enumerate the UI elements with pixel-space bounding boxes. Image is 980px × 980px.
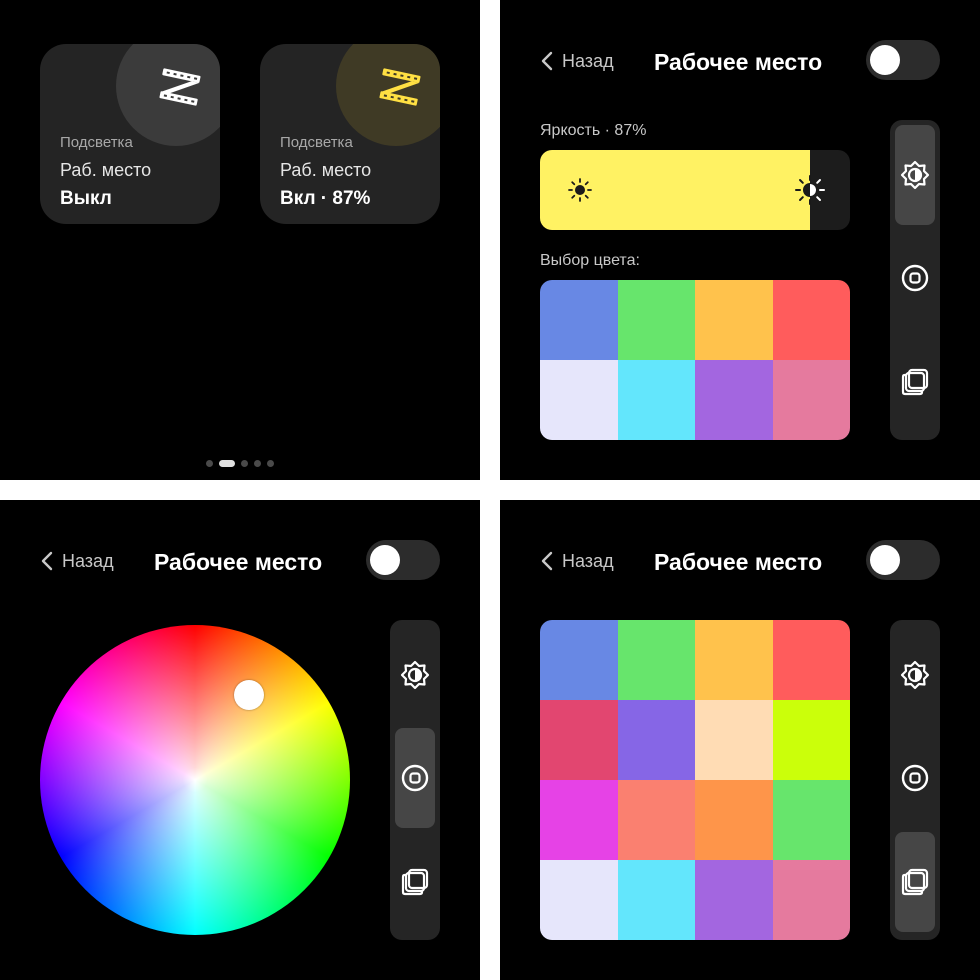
color-wheel-mode-button[interactable] bbox=[395, 728, 435, 828]
brightness-icon bbox=[900, 660, 930, 690]
dashboard-panel: Подсветка Раб. место Выкл Подсветка Раб.… bbox=[0, 0, 480, 480]
page-dot[interactable] bbox=[254, 460, 261, 467]
color-swatch[interactable] bbox=[695, 700, 773, 780]
color-swatch[interactable] bbox=[772, 780, 850, 860]
color-choice-label: Выбор цвета: bbox=[540, 252, 640, 269]
color-wheel-icon bbox=[900, 263, 930, 293]
color-wheel-panel: Назад Рабочее место bbox=[0, 500, 480, 980]
color-swatch[interactable] bbox=[695, 780, 773, 860]
back-label: Назад bbox=[562, 50, 614, 71]
color-swatch[interactable] bbox=[772, 620, 850, 700]
light-tile-off[interactable]: Подсветка Раб. место Выкл bbox=[40, 44, 220, 224]
toggle-knob bbox=[370, 545, 400, 575]
brightness-icon bbox=[900, 160, 930, 190]
color-swatch[interactable] bbox=[617, 620, 695, 700]
page-dot[interactable] bbox=[241, 460, 248, 467]
color-swatch[interactable] bbox=[772, 360, 850, 440]
color-swatch[interactable] bbox=[540, 620, 618, 700]
presets-icon bbox=[900, 367, 930, 397]
color-swatch[interactable] bbox=[695, 280, 773, 360]
mode-rail bbox=[890, 620, 940, 940]
color-swatch[interactable] bbox=[540, 700, 618, 780]
color-swatch[interactable] bbox=[617, 780, 695, 860]
color-swatch[interactable] bbox=[540, 360, 618, 440]
back-label: Назад bbox=[562, 550, 614, 571]
color-swatch[interactable] bbox=[695, 620, 773, 700]
page-title: Рабочее место bbox=[654, 49, 823, 75]
page-indicator bbox=[0, 460, 480, 467]
power-toggle[interactable] bbox=[866, 40, 940, 80]
toggle-knob bbox=[870, 45, 900, 75]
presets-icon bbox=[400, 867, 430, 897]
tile-category: Подсветка bbox=[60, 134, 133, 151]
back-button[interactable]: Назад bbox=[540, 46, 614, 76]
brightness-slider[interactable] bbox=[540, 150, 850, 230]
page-dot[interactable] bbox=[267, 460, 274, 467]
color-swatch[interactable] bbox=[540, 780, 618, 860]
led-strip-icon bbox=[159, 68, 201, 106]
color-swatch-grid bbox=[540, 280, 850, 440]
color-wheel-icon bbox=[900, 763, 930, 793]
power-toggle[interactable] bbox=[366, 540, 440, 580]
back-label: Назад bbox=[62, 550, 114, 571]
brightness-color-panel: Назад Рабочее место Яркость · 87% Выбор … bbox=[500, 0, 980, 480]
back-button[interactable]: Назад bbox=[540, 546, 614, 576]
presets-icon bbox=[900, 867, 930, 897]
brightness-mode-button[interactable] bbox=[895, 125, 935, 225]
sun-low-icon bbox=[568, 178, 592, 202]
color-wheel-icon bbox=[400, 763, 430, 793]
presets-mode-button[interactable] bbox=[895, 332, 935, 432]
tile-device-name: Раб. место bbox=[280, 160, 372, 180]
power-toggle[interactable] bbox=[866, 540, 940, 580]
tile-device-name: Раб. место bbox=[60, 160, 152, 180]
color-swatch-grid bbox=[540, 620, 850, 940]
tile-category: Подсветка bbox=[280, 134, 353, 151]
chevron-left-icon bbox=[40, 551, 54, 571]
color-swatch[interactable] bbox=[617, 700, 695, 780]
page-dot[interactable] bbox=[206, 460, 213, 467]
chevron-left-icon bbox=[540, 551, 554, 571]
color-swatch[interactable] bbox=[695, 360, 773, 440]
color-swatch[interactable] bbox=[772, 860, 850, 940]
color-wheel-mode-button[interactable] bbox=[895, 728, 935, 828]
sun-high-icon bbox=[795, 175, 825, 205]
light-tile-on[interactable]: Подсветка Раб. место Вкл · 87% bbox=[260, 44, 440, 224]
brightness-label: Яркость · 87% bbox=[540, 122, 647, 139]
mode-rail bbox=[890, 120, 940, 440]
presets-mode-button[interactable] bbox=[895, 832, 935, 932]
led-strip-icon bbox=[379, 68, 421, 106]
color-presets-panel: Назад Рабочее место bbox=[500, 500, 980, 980]
page-title: Рабочее место bbox=[654, 549, 823, 575]
color-picker-handle[interactable] bbox=[234, 680, 264, 710]
color-wheel[interactable] bbox=[40, 625, 350, 935]
color-swatch[interactable] bbox=[540, 280, 618, 360]
toggle-knob bbox=[870, 545, 900, 575]
page-dot-active[interactable] bbox=[219, 460, 235, 467]
mode-rail bbox=[390, 620, 440, 940]
tile-state: Выкл bbox=[60, 188, 112, 209]
color-swatch[interactable] bbox=[540, 860, 618, 940]
brightness-mode-button[interactable] bbox=[895, 625, 935, 725]
back-button[interactable]: Назад bbox=[40, 546, 114, 576]
brightness-icon bbox=[400, 660, 430, 690]
color-swatch[interactable] bbox=[695, 860, 773, 940]
chevron-left-icon bbox=[540, 51, 554, 71]
color-swatch[interactable] bbox=[617, 360, 695, 440]
presets-mode-button[interactable] bbox=[395, 832, 435, 932]
brightness-mode-button[interactable] bbox=[395, 625, 435, 725]
color-swatch[interactable] bbox=[772, 280, 850, 360]
tile-state: Вкл · 87% bbox=[280, 188, 371, 209]
color-wheel-mode-button[interactable] bbox=[895, 228, 935, 328]
color-swatch[interactable] bbox=[617, 860, 695, 940]
color-swatch[interactable] bbox=[772, 700, 850, 780]
page-title: Рабочее место bbox=[154, 549, 323, 575]
color-swatch[interactable] bbox=[617, 280, 695, 360]
